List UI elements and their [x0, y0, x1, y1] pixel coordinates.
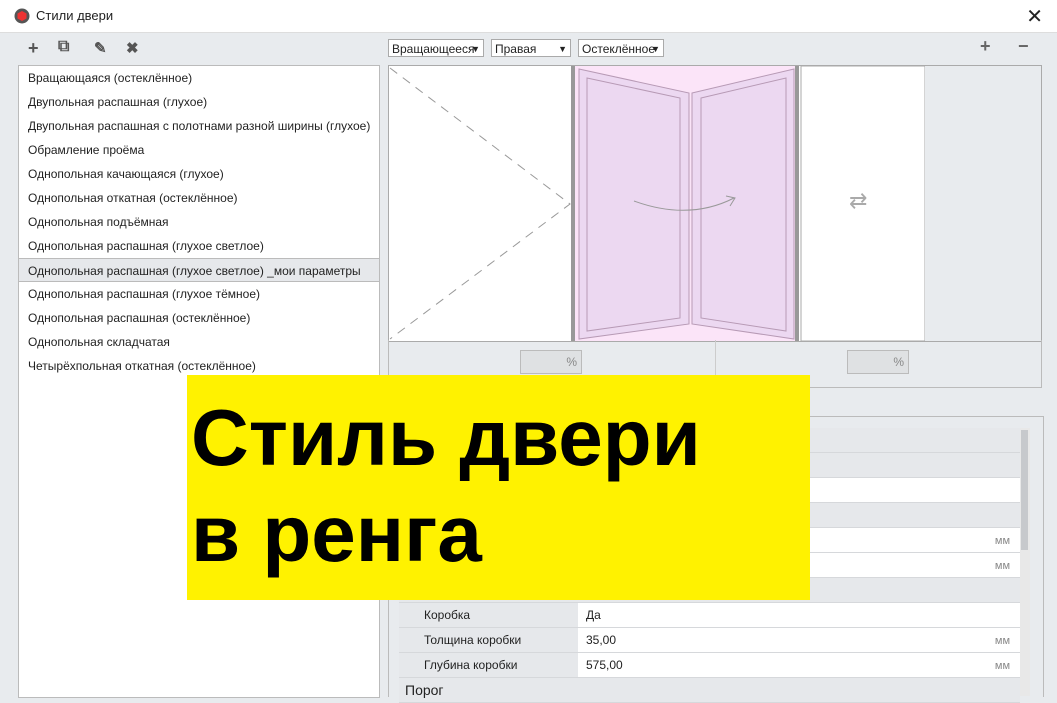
add-panel-button[interactable]: +	[980, 36, 991, 57]
chevron-down-icon: ▼	[558, 44, 567, 54]
prop-row-korobka[interactable]: Коробка Да	[399, 603, 1020, 628]
close-button[interactable]: ✕	[1026, 4, 1043, 29]
unit-label: мм	[994, 560, 1010, 572]
type-dropdown[interactable]: Вращающееся ▼	[388, 39, 484, 57]
delete-style-button[interactable]: ✖	[126, 39, 139, 57]
style-list-item[interactable]: Однопольная распашная (глухое тёмное)	[19, 282, 379, 306]
prop-value[interactable]: Да	[578, 603, 1020, 627]
style-list-item[interactable]: Обрамление проёма	[19, 138, 379, 162]
chevron-down-icon: ▼	[651, 44, 660, 54]
copy-style-button[interactable]: ⧉	[58, 38, 69, 56]
style-list-item[interactable]: Двупольная распашная (глухое)	[19, 90, 379, 114]
style-list-item[interactable]: Вращающаяся (остеклённое)	[19, 66, 379, 90]
unit-label: мм	[994, 660, 1010, 672]
scrollbar-thumb[interactable]	[1021, 430, 1028, 550]
swap-icon[interactable]: ⇄	[849, 188, 867, 214]
window-title: Стили двери	[36, 8, 114, 23]
chevron-down-icon: ▼	[471, 44, 480, 54]
left-percent-input[interactable]: %	[520, 350, 582, 374]
style-list-item[interactable]: Однопольная распашная (глухое светлое)	[19, 234, 379, 258]
style-list-item[interactable]: Однопольная складчатая	[19, 330, 379, 354]
fill-value: Остеклённое	[582, 42, 656, 56]
door-preview[interactable]: ⇄	[388, 65, 1042, 342]
unit-label: мм	[994, 535, 1010, 547]
prop-row-depth[interactable]: Глубина коробки 575,00 мм	[399, 653, 1020, 678]
side-dropdown[interactable]: Правая ▼	[491, 39, 571, 57]
style-list-item[interactable]: Однопольная подъёмная	[19, 210, 379, 234]
prop-label: Глубина коробки	[399, 653, 578, 677]
right-percent-input[interactable]: %	[847, 350, 909, 374]
style-list-item[interactable]: Двупольная распашная с полотнами разной …	[19, 114, 379, 138]
prop-label: Толщина коробки	[399, 628, 578, 652]
banner-line-1: Стиль двери	[191, 393, 701, 482]
edit-style-button[interactable]: ✎	[94, 39, 107, 57]
style-list-item[interactable]: Однопольная распашная (глухое светлое) _…	[19, 258, 379, 282]
prop-label: Коробка	[399, 603, 578, 627]
style-list-item[interactable]: Однопольная распашная (остеклённое)	[19, 306, 379, 330]
add-style-button[interactable]: +	[28, 38, 39, 59]
prop-group-porog[interactable]: Порог	[399, 678, 1020, 703]
style-list-item[interactable]: Однопольная откатная (остеклённое)	[19, 186, 379, 210]
prop-row-thickness[interactable]: Толщина коробки 35,00 мм	[399, 628, 1020, 653]
prop-value[interactable]: 575,00	[578, 653, 1020, 677]
prop-value[interactable]: 35,00	[578, 628, 1020, 652]
side-value: Правая	[495, 42, 537, 56]
unit-label: мм	[994, 635, 1010, 647]
title-banner: Стиль двери в ренга	[187, 375, 810, 600]
style-list-item[interactable]: Однопольная качающаяся (глухое)	[19, 162, 379, 186]
fill-dropdown[interactable]: Остеклённое ▼	[578, 39, 664, 57]
door-drawing	[389, 66, 1041, 341]
type-value: Вращающееся	[392, 42, 475, 56]
banner-line-2: в ренга	[191, 489, 482, 578]
app-logo-icon	[14, 8, 30, 24]
title-bar: Стили двери ✕	[0, 0, 1057, 33]
remove-panel-button[interactable]: −	[1018, 36, 1029, 57]
